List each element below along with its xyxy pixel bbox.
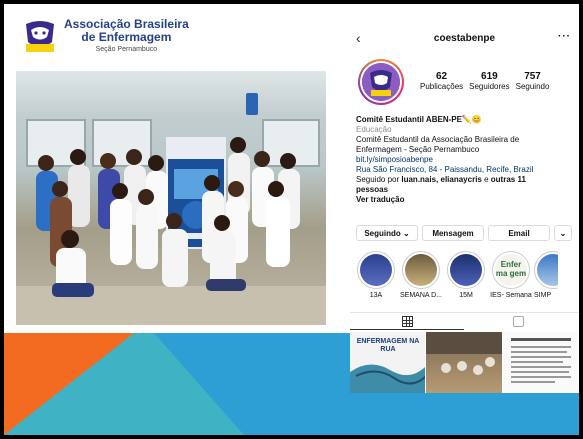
post-thumbnail[interactable]: ENFERMAGEM NA RUA — [350, 332, 426, 393]
bio-line1: Comitê Estudantil da Associação Brasilei… — [356, 135, 520, 144]
bio-line2: Enfermagem - Seção Pernambuco — [356, 145, 480, 154]
post-grid: ENFERMAGEM NA RUA — [350, 332, 579, 393]
highlight-label: SIMP — [534, 292, 552, 299]
profile-stats: 62 Publicações 619 Seguidores 757 Seguin… — [420, 71, 555, 91]
stat-following-count: 757 — [524, 71, 541, 82]
stat-posts-count: 62 — [436, 71, 448, 82]
logo-subtitle: Seção Pernambuco — [95, 46, 158, 53]
message-button[interactable]: Mensagem — [422, 225, 484, 241]
email-button[interactable]: Email — [488, 225, 550, 241]
tagged-view-icon[interactable] — [513, 316, 524, 327]
grid-view-icon[interactable] — [402, 316, 413, 327]
stat-following-label: Seguindo — [515, 82, 550, 91]
story-highlights: 13A SEMANA D... 15M Enfer ma gem IES- Se… — [354, 251, 559, 299]
profile-bio: Comitê Estudantil ABEN-PE✏️😊 Educação Co… — [356, 115, 578, 205]
profile-username: coestabenpe — [433, 33, 496, 44]
stat-posts[interactable]: 62 Publicações — [420, 71, 463, 91]
post-thumbnail[interactable] — [502, 332, 578, 393]
bio-address[interactable]: Rua São Francisco, 84 - Paissandu, Recif… — [356, 165, 578, 175]
highlight-item[interactable]: Enfer ma gem IES- Semana — [489, 251, 533, 299]
see-translation-link[interactable]: Ver tradução — [356, 195, 578, 205]
stat-followers-count: 619 — [481, 71, 498, 82]
stat-followers-label: Seguidores — [469, 82, 510, 91]
bio-link[interactable]: bit.ly/simposioabenpe — [356, 155, 578, 165]
logo-title-line2: de Enfermagem — [81, 30, 172, 44]
profile-display-name: Comitê Estudantil ABEN-PE✏️😊 — [356, 115, 482, 124]
highlight-item[interactable]: 15M — [444, 251, 488, 299]
followed-by[interactable]: Seguido por luan.nais, elianaycris e out… — [356, 175, 578, 185]
slide: Associação Brasileira de Enfermagem Seçã… — [4, 4, 579, 435]
followed-by-more: pessoas — [356, 185, 389, 194]
highlight-art-text: Enfer ma gem — [495, 254, 527, 286]
active-tab-indicator — [350, 329, 464, 330]
suggestions-dropdown-button[interactable]: ⌄ — [554, 225, 572, 241]
profile-tabs — [350, 312, 579, 330]
following-button[interactable]: Seguindo ⌄ — [356, 225, 418, 241]
highlight-label: IES- Semana — [490, 292, 532, 299]
highlight-item[interactable]: 13A — [354, 251, 398, 299]
highlight-label: SEMANA D... — [399, 292, 442, 299]
profile-actions: Seguindo ⌄ Mensagem Email ⌄ — [356, 225, 576, 241]
people-group — [36, 137, 300, 297]
stat-posts-label: Publicações — [420, 82, 464, 91]
instagram-header: ‹ coestabenpe ··· — [350, 27, 579, 53]
group-photo — [16, 71, 326, 325]
stat-followers[interactable]: 619 Seguidores — [469, 71, 509, 91]
instagram-profile: ‹ coestabenpe ··· 62 Publicações 619 Seg… — [350, 27, 579, 393]
aben-badge-icon — [22, 18, 58, 54]
stat-following[interactable]: 757 Seguindo — [516, 71, 550, 91]
post-thumbnail[interactable] — [426, 332, 502, 393]
highlight-label: 13A — [369, 292, 383, 299]
more-options-icon[interactable]: ··· — [558, 31, 571, 42]
profile-avatar[interactable] — [358, 59, 404, 105]
highlight-label: 15M — [459, 292, 473, 299]
profile-category: Educação — [356, 125, 392, 134]
highlight-item[interactable]: SIMP — [534, 251, 558, 299]
highlight-item[interactable]: SEMANA D... — [399, 251, 443, 299]
aben-logo: Associação Brasileira de Enfermagem Seçã… — [22, 18, 189, 54]
